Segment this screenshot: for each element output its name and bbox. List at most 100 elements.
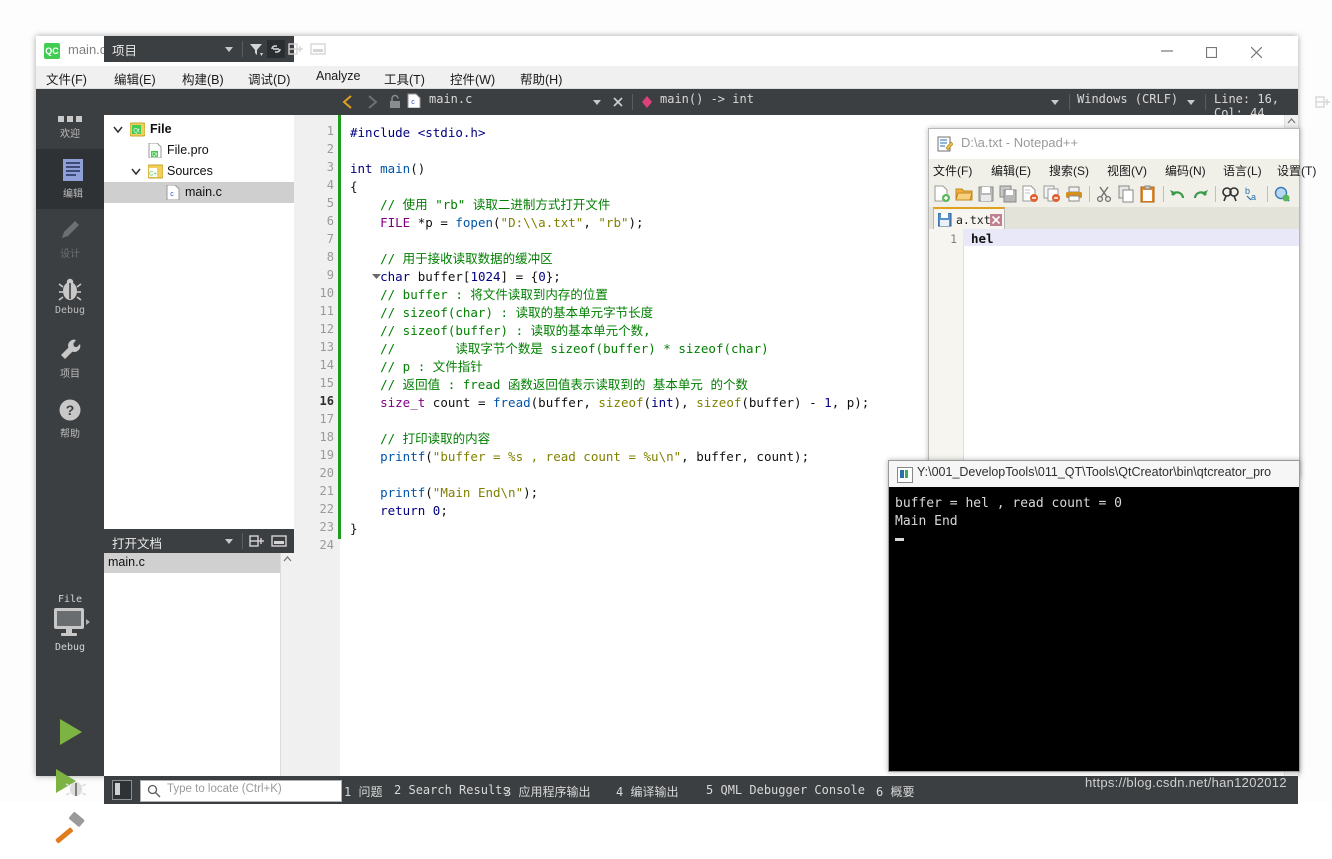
list-item[interactable]: main.c (104, 553, 281, 573)
minimize-pane-icon[interactable] (270, 532, 288, 550)
link-icon[interactable] (267, 40, 285, 58)
code-line: // buffer : 将文件读取到内存的位置 (350, 286, 608, 304)
code-line: int main() (350, 160, 425, 178)
line-number: 21 (294, 484, 334, 498)
function-icon (638, 93, 656, 111)
chevron-down-icon[interactable] (1182, 93, 1200, 111)
editor-file-name[interactable]: main.c (429, 92, 472, 106)
npp-menu-encoding[interactable]: 编码(N) (1165, 162, 1206, 179)
open-documents-header: 打开文档 (104, 529, 294, 553)
chevron-down-icon[interactable] (220, 40, 238, 58)
npp-menu-file[interactable]: 文件(F) (933, 162, 972, 179)
notepadpp-editor[interactable]: 1 hel (929, 229, 1299, 477)
close-file-icon[interactable] (1021, 185, 1039, 203)
console-cursor (895, 531, 1299, 549)
copy-icon[interactable] (1117, 185, 1135, 203)
console-title-bar: Y:\001_DevelopTools\011_QT\Tools\QtCreat… (889, 461, 1299, 488)
save-icon[interactable] (977, 185, 995, 203)
output-tab-qml-debugger[interactable]: 5 QML Debugger Console (706, 783, 865, 797)
unlock-icon[interactable] (386, 93, 404, 111)
mode-debug[interactable]: Debug (36, 269, 104, 329)
find-icon[interactable] (1221, 185, 1239, 203)
menu-file[interactable]: 文件(F) (46, 69, 87, 88)
bug-icon (36, 277, 104, 305)
split-add-icon[interactable] (248, 532, 266, 550)
tree-item-sources[interactable]: C+ Sources (104, 161, 294, 182)
output-tab-issues[interactable]: 1 问题 (344, 783, 382, 800)
filter-icon[interactable] (247, 40, 265, 58)
print-icon[interactable] (1065, 185, 1083, 203)
tree-item-file-pro[interactable]: Qt File.pro (104, 140, 294, 161)
maximize-button[interactable] (1190, 36, 1235, 66)
tree-item-file-project[interactable]: Qt File (104, 119, 294, 140)
mode-projects[interactable]: 项目 (36, 329, 104, 389)
menu-build[interactable]: 构建(B) (182, 69, 224, 88)
redo-icon[interactable] (1191, 185, 1209, 203)
minimize-pane-icon[interactable] (309, 40, 327, 58)
chevron-down-icon[interactable] (112, 123, 124, 135)
chevron-right-icon[interactable] (363, 93, 381, 111)
menu-debug[interactable]: 调试(D) (248, 69, 290, 88)
run-button[interactable] (36, 714, 104, 762)
npp-menu-language[interactable]: 语言(L) (1223, 162, 1262, 179)
chevron-down-icon[interactable] (130, 165, 142, 177)
line-number: 8 (294, 250, 334, 264)
line-number: 7 (294, 232, 334, 246)
console-line: buffer = hel , read count = 0 (895, 495, 1299, 513)
code-line: // 读取字节个数是 sizeof(buffer) * sizeof(char) (350, 340, 769, 358)
mode-debug-label: Debug (36, 305, 104, 316)
new-file-icon[interactable] (933, 185, 951, 203)
npp-menu-settings[interactable]: 设置(T) (1277, 162, 1316, 179)
tree-label: File.pro (167, 143, 209, 157)
split-add-icon[interactable] (287, 40, 305, 58)
save-icon (938, 213, 952, 227)
cut-icon[interactable] (1095, 185, 1113, 203)
debug-button[interactable] (36, 764, 104, 812)
paste-icon[interactable] (1139, 185, 1157, 203)
menu-help[interactable]: 帮助(H) (520, 69, 562, 88)
npp-menu-search[interactable]: 搜索(S) (1049, 162, 1089, 179)
chevron-down-icon[interactable] (220, 532, 238, 550)
sidebar-toggle-icon[interactable] (112, 780, 132, 800)
close-all-icon[interactable] (1043, 185, 1061, 203)
qt-project-icon: Qt (130, 122, 144, 137)
open-folder-icon[interactable] (955, 185, 973, 203)
tree-item-main-c[interactable]: c main.c (104, 182, 294, 203)
kit-selector[interactable]: File Debug (36, 594, 104, 704)
npp-menu-view[interactable]: 视图(V) (1107, 162, 1147, 179)
notepadpp-document-text[interactable]: hel (971, 231, 994, 246)
output-tab-search[interactable]: 2 Search Results (394, 783, 510, 797)
chevron-down-icon[interactable] (588, 93, 606, 111)
navigation-panel-title: 项目 (112, 40, 137, 59)
undo-icon[interactable] (1169, 185, 1187, 203)
question-circle-icon: ? (36, 397, 104, 425)
close-button[interactable] (1235, 36, 1280, 66)
save-all-icon[interactable] (999, 185, 1017, 203)
notepadpp-tab-atxt[interactable]: a.txt (933, 207, 1005, 229)
output-tab-compile[interactable]: 4 编译输出 (616, 783, 678, 800)
mode-edit[interactable]: 编辑 (36, 149, 107, 209)
search-input[interactable]: Type to locate (Ctrl+K) (140, 780, 342, 802)
close-icon[interactable] (609, 93, 627, 111)
npp-menu-edit[interactable]: 编辑(E) (991, 162, 1031, 179)
symbol-selector[interactable]: main() -> int (660, 92, 754, 106)
zoom-in-icon[interactable] (1273, 185, 1291, 203)
output-tab-overview[interactable]: 6 概要 (876, 783, 914, 800)
menu-analyze[interactable]: Analyze (316, 69, 360, 83)
menu-tools[interactable]: 工具(T) (384, 69, 425, 88)
screenshot-root: QC main.c @ File - Qt Creator 文件(F) 编辑(E… (0, 0, 1332, 802)
menu-edit[interactable]: 编辑(E) (114, 69, 156, 88)
menu-window[interactable]: 控件(W) (450, 69, 495, 88)
line-ending-selector[interactable]: Windows (CRLF) (1077, 92, 1178, 106)
output-tab-app-output[interactable]: 3 应用程序输出 (504, 783, 590, 800)
close-tab-icon (990, 214, 1002, 226)
code-line: printf("Main End\n"); (350, 484, 538, 502)
chevron-down-icon[interactable] (1046, 93, 1064, 111)
chevron-left-icon[interactable] (339, 93, 357, 111)
replace-icon[interactable]: ba (1243, 185, 1261, 203)
open-documents-scrollbar[interactable] (280, 553, 294, 776)
split-add-icon[interactable] (1314, 93, 1332, 111)
mode-help[interactable]: ? 帮助 (36, 389, 104, 449)
build-button[interactable] (36, 811, 104, 859)
minimize-button[interactable] (1145, 36, 1190, 66)
